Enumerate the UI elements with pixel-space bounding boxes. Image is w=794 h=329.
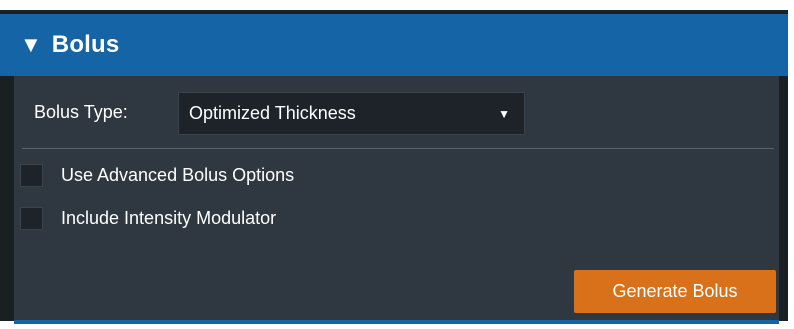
bolus-type-select[interactable]: Optimized Thickness ▼ <box>178 92 525 135</box>
advanced-options-checkbox[interactable] <box>20 164 43 187</box>
bolus-type-label: Bolus Type: <box>34 102 128 122</box>
intensity-modulator-label: Include Intensity Modulator <box>61 208 277 228</box>
triangle-down-icon[interactable]: ▼ <box>20 34 42 56</box>
panel-header[interactable]: ▼ Bolus <box>0 14 788 76</box>
panel-body: Bolus Type: Optimized Thickness ▼ Use Ad… <box>14 76 779 324</box>
intensity-modulator-row[interactable]: Include Intensity Modulator <box>20 207 276 230</box>
dropdown-arrow-icon[interactable]: ▼ <box>498 107 510 121</box>
panel-title: Bolus <box>51 31 120 58</box>
divider <box>22 148 774 149</box>
window: ▼ Bolus Bolus Type: Optimized Thickness … <box>0 0 794 329</box>
bolus-panel: ▼ Bolus Bolus Type: Optimized Thickness … <box>0 10 788 324</box>
advanced-options-label: Use Advanced Bolus Options <box>61 165 295 185</box>
intensity-modulator-checkbox[interactable] <box>20 207 43 230</box>
advanced-options-row[interactable]: Use Advanced Bolus Options <box>20 164 294 187</box>
bolus-type-value: Optimized Thickness <box>189 103 356 123</box>
generate-bolus-button[interactable]: Generate Bolus <box>574 270 776 313</box>
